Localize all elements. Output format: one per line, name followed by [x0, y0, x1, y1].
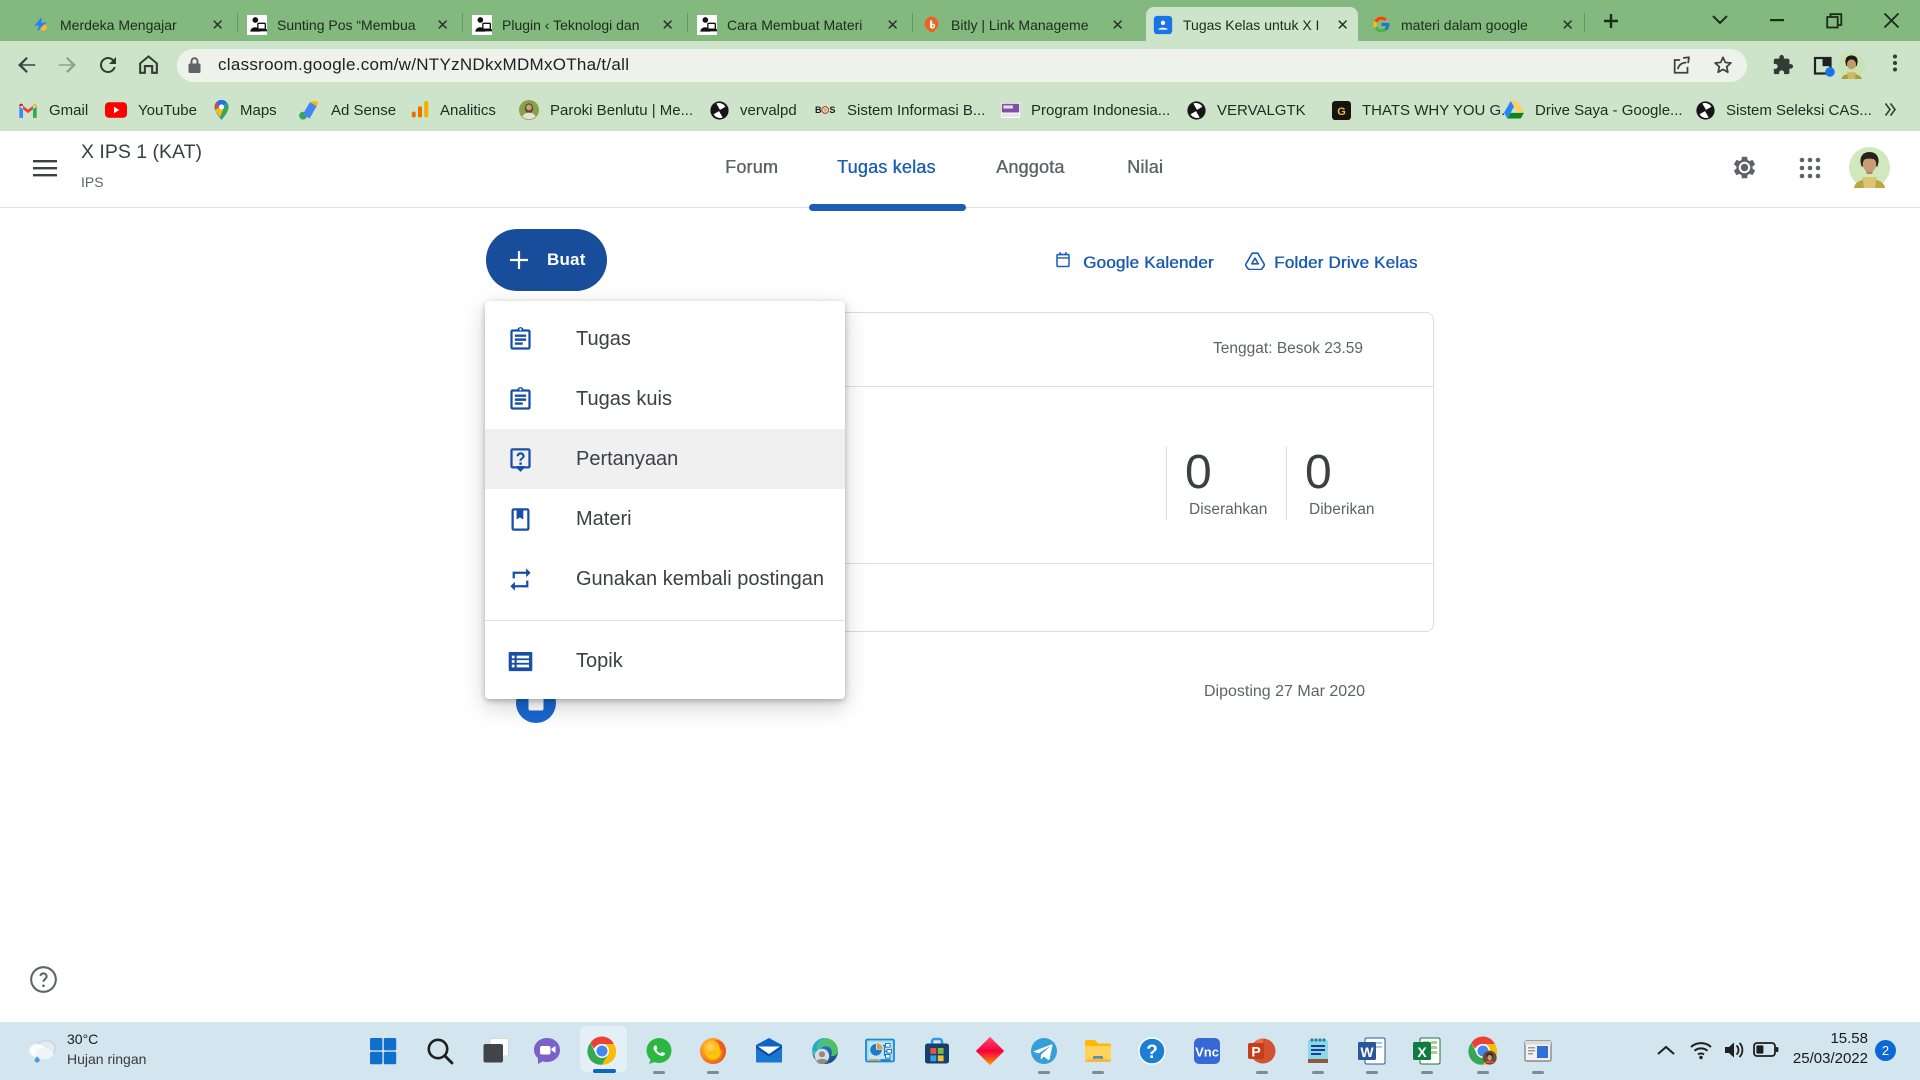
svg-text:S: S: [829, 105, 835, 115]
svg-text:P: P: [1251, 1044, 1260, 1060]
svg-text:Vnc: Vnc: [1195, 1045, 1219, 1060]
svg-text:?: ?: [1146, 1042, 1158, 1063]
svg-text:X: X: [1417, 1044, 1427, 1060]
svg-text:B: B: [815, 105, 822, 115]
svg-text:W: W: [1360, 1044, 1374, 1060]
svg-text:G: G: [1337, 105, 1346, 117]
